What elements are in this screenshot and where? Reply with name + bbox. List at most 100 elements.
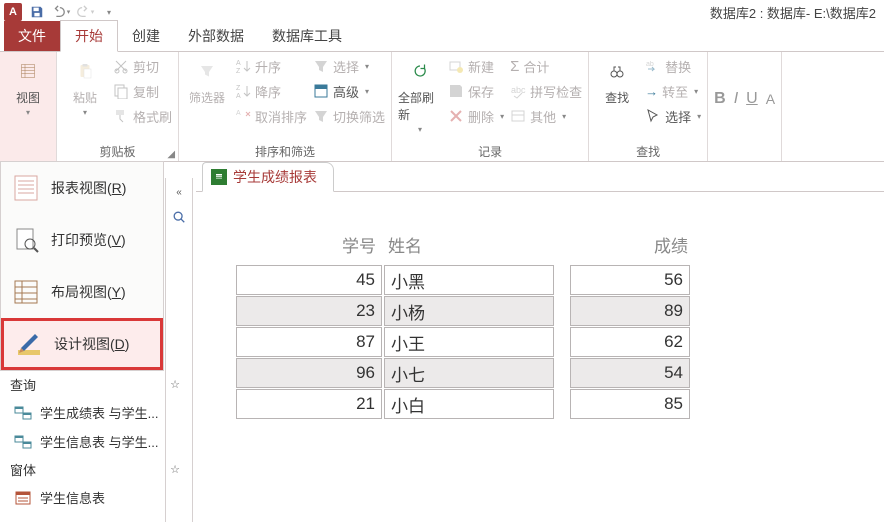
more-button[interactable]: 其他▾ [510, 105, 582, 127]
chevron-down-icon: ▾ [83, 108, 87, 117]
filter-icon [191, 55, 223, 87]
sort-asc-icon: AZ [235, 58, 251, 74]
svg-text:abc: abc [511, 85, 526, 95]
col-header-id: 学号 [236, 232, 382, 257]
menu-print-preview[interactable]: 打印预览(V) [1, 214, 163, 266]
cell-score: 56 [570, 265, 690, 295]
format-painter-button[interactable]: 格式刷 [113, 105, 172, 127]
format-painter-icon [113, 108, 129, 124]
italic-button[interactable]: I [734, 90, 738, 108]
sort-asc-button[interactable]: AZ 升序 [235, 55, 307, 77]
design-view-icon [14, 329, 44, 359]
ribbon: 视图 ▾ 粘贴 ▾ 剪切 复制 [0, 52, 884, 162]
svg-text:A: A [236, 93, 241, 99]
window-title: 数据库2 : 数据库- E:\数据库2 [710, 3, 880, 22]
toggle-filter-button[interactable]: 切换筛选 [313, 105, 385, 127]
layout-view-icon [11, 277, 41, 307]
nav-category-queries[interactable]: 查询 ☆ [0, 371, 190, 398]
document-tab-report[interactable]: 学生成绩报表 [202, 162, 334, 192]
group-label-sort: 排序和筛选 [185, 143, 385, 160]
redo-icon [76, 5, 90, 19]
navigation-pane: 查询 ☆ 学生成绩表 与学生... 学生信息表 与学生... 窗体 ☆ 学生信息… [0, 371, 190, 512]
sort-desc-icon: ZA [235, 83, 251, 99]
refresh-all-button[interactable]: 全部刷新 ▾ [398, 55, 442, 134]
menu-layout-view[interactable]: 布局视图(Y) [1, 266, 163, 318]
qat-redo-button[interactable]: ▾ [74, 2, 96, 22]
tab-home[interactable]: 开始 [60, 20, 118, 52]
undo-icon [52, 5, 66, 19]
tab-database-tools[interactable]: 数据库工具 [258, 21, 356, 51]
clear-sort-icon: A [235, 108, 251, 124]
bold-button[interactable]: B [714, 90, 726, 108]
qat-customize-button[interactable]: ▾ [98, 2, 120, 22]
cut-button[interactable]: 剪切 [113, 55, 172, 77]
column-headers: 学号 姓名 成绩 [236, 232, 854, 257]
print-preview-icon [11, 225, 41, 255]
copy-icon [113, 83, 129, 99]
cell-id: 23 [236, 296, 382, 326]
query-icon [14, 434, 32, 450]
view-button-label: 视图 [16, 89, 40, 106]
ribbon-group-view: 视图 ▾ [0, 52, 57, 161]
svg-text:A: A [236, 110, 241, 117]
totals-button[interactable]: Σ 合计 [510, 55, 582, 77]
qat-save-button[interactable] [26, 2, 48, 22]
tab-external-data[interactable]: 外部数据 [174, 21, 258, 51]
arrow-right-icon: → [645, 84, 658, 99]
save-record-button[interactable]: 保存 [448, 80, 504, 102]
datasheet-view-icon [12, 55, 44, 87]
goto-button[interactable]: → 转至▾ [645, 80, 701, 102]
cell-name: 小七 [384, 358, 554, 388]
view-button[interactable]: 视图 ▾ [6, 55, 50, 117]
chevron-down-icon: ▾ [418, 125, 422, 134]
menu-design-view[interactable]: 设计视图(D) [1, 318, 163, 370]
table-row[interactable]: 96 小七 54 [236, 358, 854, 389]
filter-button[interactable]: 筛选器 [185, 55, 229, 106]
paste-button[interactable]: 粘贴 ▾ [63, 55, 107, 117]
tab-file[interactable]: 文件 [4, 21, 60, 51]
sort-desc-button[interactable]: ZA 降序 [235, 80, 307, 102]
new-record-button[interactable]: 新建 [448, 55, 504, 77]
search-icon [172, 210, 186, 224]
copy-button[interactable]: 复制 [113, 80, 172, 102]
group-label-records: 记录 [398, 143, 582, 160]
nav-item-query-2[interactable]: 学生信息表 与学生... [0, 427, 190, 456]
svg-text:A: A [236, 60, 241, 67]
more-icon [510, 108, 526, 124]
selection-icon [313, 58, 329, 74]
table-row[interactable]: 45 小黑 56 [236, 265, 854, 296]
nav-pane-search-button[interactable] [166, 206, 192, 228]
query-icon [14, 405, 32, 421]
table-row[interactable]: 23 小杨 89 [236, 296, 854, 327]
advanced-filter-button[interactable]: 高级▾ [313, 80, 385, 102]
form-icon [14, 490, 32, 506]
table-row[interactable]: 87 小王 62 [236, 327, 854, 358]
replace-button[interactable]: ab 替换 [645, 55, 701, 77]
selection-filter-button[interactable]: 选择▾ [313, 55, 385, 77]
find-button[interactable]: 查找 [595, 55, 639, 106]
qat-undo-button[interactable]: ▾ [50, 2, 72, 22]
tab-create[interactable]: 创建 [118, 21, 174, 51]
nav-item-form-1[interactable]: 学生信息表 [0, 483, 190, 512]
group-label-find: 查找 [595, 143, 701, 160]
document-area: 学生成绩报表 学号 姓名 成绩 45 小黑 56 23 小杨 89 87 小王 … [196, 162, 884, 526]
text-effect-button[interactable]: A [766, 91, 775, 107]
document-tab-bar: 学生成绩报表 [196, 162, 884, 192]
delete-record-button[interactable]: 删除▾ [448, 105, 504, 127]
svg-text:Z: Z [236, 68, 241, 74]
report-view-icon [11, 173, 41, 203]
nav-category-forms[interactable]: 窗体 ☆ [0, 456, 190, 483]
nav-pane-toggle-button[interactable]: « [166, 181, 192, 203]
select-button[interactable]: 选择▾ [645, 105, 701, 127]
nav-item-query-1[interactable]: 学生成绩表 与学生... [0, 398, 190, 427]
menu-report-view[interactable]: 报表视图(R) [1, 162, 163, 214]
cell-name: 小杨 [384, 296, 554, 326]
collapse-icon: ☆ [170, 378, 180, 391]
ribbon-group-records: 全部刷新 ▾ 新建 保存 删除▾ Σ [392, 52, 589, 161]
spellcheck-button[interactable]: abc 拼写检查 [510, 80, 582, 102]
cell-score: 62 [570, 327, 690, 357]
dialog-launcher-icon[interactable]: ◢ [167, 149, 175, 160]
clear-sort-button[interactable]: A 取消排序 [235, 105, 307, 127]
underline-button[interactable]: U [746, 90, 758, 108]
table-row[interactable]: 21 小白 85 [236, 389, 854, 420]
